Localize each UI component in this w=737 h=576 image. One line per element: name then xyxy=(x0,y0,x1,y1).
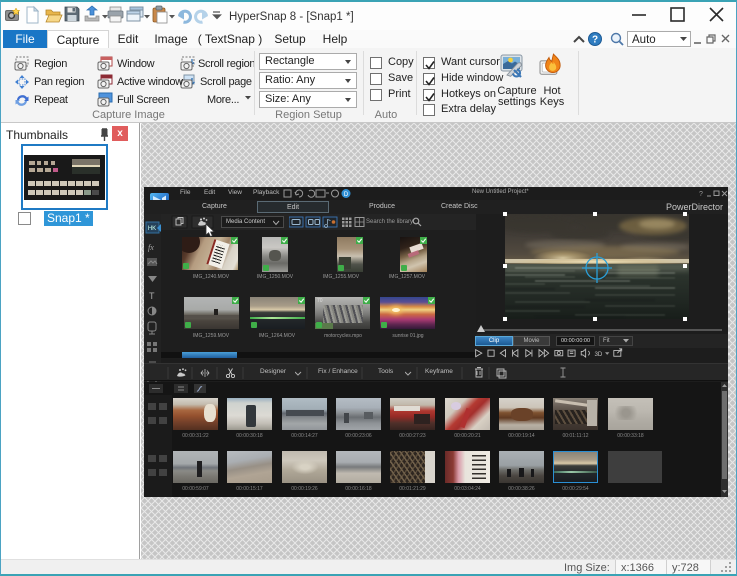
svg-text:fx: fx xyxy=(148,243,154,252)
svg-text:HK: HK xyxy=(148,226,156,232)
svg-text:T: T xyxy=(149,291,155,301)
svg-text:3D: 3D xyxy=(594,351,602,358)
svg-text:D: D xyxy=(344,192,349,198)
svg-text:?: ? xyxy=(592,35,598,46)
svg-text:?: ? xyxy=(699,191,703,198)
svg-text:Auto: Auto xyxy=(632,34,656,46)
